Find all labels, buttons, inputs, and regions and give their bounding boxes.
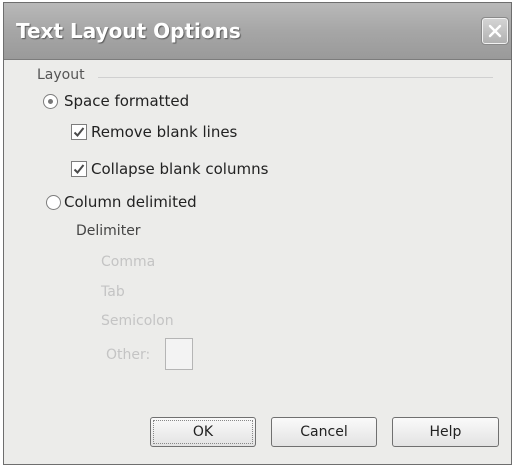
column-delimited-label: Column delimited <box>64 193 197 211</box>
remove-blank-lines-checkbox[interactable] <box>71 124 87 140</box>
delimiter-semicolon-option[interactable]: Semicolon <box>101 313 174 329</box>
ok-button[interactable]: OK <box>150 417 256 447</box>
collapse-blank-columns-checkbox[interactable] <box>71 161 87 177</box>
checkmark-icon <box>73 164 85 174</box>
close-button[interactable] <box>481 17 509 45</box>
dialog-title: Text Layout Options <box>16 19 241 43</box>
cancel-button[interactable]: Cancel <box>271 417 377 447</box>
remove-blank-lines-label: Remove blank lines <box>91 123 238 141</box>
delimiter-comma-option[interactable]: Comma <box>101 254 155 270</box>
title-bar: Text Layout Options <box>4 3 511 60</box>
collapse-blank-columns-label: Collapse blank columns <box>91 160 269 178</box>
checkmark-icon <box>73 127 85 137</box>
layout-group-label: Layout <box>37 67 85 83</box>
delimiter-other-option[interactable]: Other: <box>106 347 150 363</box>
delimiter-tab-option[interactable]: Tab <box>101 284 125 300</box>
other-delimiter-input[interactable] <box>165 338 193 370</box>
close-icon <box>488 24 502 38</box>
delimiter-label: Delimiter <box>76 223 141 239</box>
space-formatted-radio[interactable] <box>43 94 58 109</box>
space-formatted-label: Space formatted <box>64 92 190 110</box>
help-button[interactable]: Help <box>392 417 499 447</box>
radio-selected-dot <box>48 99 53 104</box>
layout-group-divider <box>98 77 493 78</box>
column-delimited-radio[interactable] <box>46 195 61 210</box>
